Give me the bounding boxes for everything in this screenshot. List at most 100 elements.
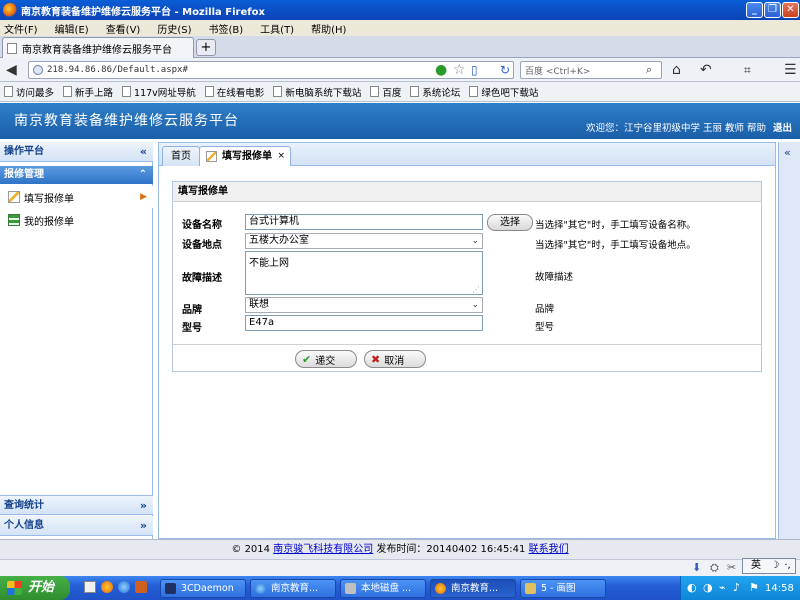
menu-bookmarks[interactable]: 书签(B): [209, 21, 244, 36]
submit-button[interactable]: ✔ 递交: [295, 350, 357, 368]
tools-icon[interactable]: ✂: [727, 561, 736, 574]
addon-icon[interactable]: ⛭: [710, 561, 719, 575]
bookmark-item[interactable]: 117v网址导航: [122, 85, 196, 99]
bookmark-item[interactable]: 系统论坛: [410, 85, 460, 99]
app-title: 南京教育装备维护维修云服务平台: [14, 113, 239, 129]
model-label: 型号: [182, 323, 202, 334]
app-quicklaunch-icon[interactable]: [135, 581, 147, 593]
company-link[interactable]: 南京骏飞科技有限公司: [273, 544, 373, 555]
taskbar-item-paint[interactable]: 5 - 画图: [520, 579, 606, 598]
collapse-left-icon[interactable]: «: [140, 142, 147, 162]
fault-description-textarea[interactable]: 不能上网 ⋰: [245, 251, 483, 295]
sidebar-item-fill-repair[interactable]: 填写报修单 ▶: [0, 186, 153, 208]
window-titlebar[interactable]: 南京教育装备维护维修云服务平台 - Mozilla Firefox: [0, 0, 800, 20]
close-tab-icon[interactable]: ×: [277, 147, 285, 166]
select-button[interactable]: 选择: [487, 214, 533, 231]
maximize-button[interactable]: ❐: [764, 2, 781, 18]
menu-history[interactable]: 历史(S): [157, 21, 191, 36]
new-tab-button[interactable]: +: [196, 39, 216, 56]
brand-select[interactable]: 联想 ⌄: [245, 297, 483, 313]
firefox-icon: [3, 3, 17, 17]
bookmark-item[interactable]: 绿色吧下载站: [469, 85, 538, 99]
taskbar-item-nanjing-2[interactable]: 南京教育...: [430, 579, 516, 598]
firefox-quicklaunch-icon[interactable]: [101, 581, 113, 593]
network-icon[interactable]: ⌁: [719, 581, 726, 594]
search-input[interactable]: 百度 <Ctrl+K>: [520, 61, 662, 79]
star-icon[interactable]: ☆: [453, 61, 466, 79]
logout-link[interactable]: 退出: [773, 120, 792, 134]
location-hint: 当选择"其它"时，手工填写设备地点。: [535, 240, 696, 251]
cancel-button[interactable]: ✖ 取消: [364, 350, 426, 368]
model-input[interactable]: E47a: [245, 315, 483, 331]
bookmark-item[interactable]: 百度: [370, 85, 401, 99]
right-collapsed-panel[interactable]: «: [778, 142, 800, 539]
search-icon[interactable]: ⌕: [646, 61, 652, 79]
globe-icon: [33, 65, 43, 75]
browser-status-bar: ⬇ ⛭ ✂: [0, 559, 800, 576]
sidebar-group-repair-management[interactable]: 报修管理 ⌃: [0, 166, 153, 184]
tray-icon[interactable]: ◑: [703, 581, 713, 594]
contact-link[interactable]: 联系我们: [529, 544, 569, 555]
menu-edit[interactable]: 编辑(E): [55, 21, 89, 36]
bookmark-item[interactable]: 访问最多: [4, 85, 54, 99]
sidebar-item-my-repairs[interactable]: 我的报修单: [0, 209, 153, 231]
crop-icon[interactable]: ⌗: [744, 61, 751, 79]
location-label: 设备地点: [182, 240, 222, 251]
menu-icon[interactable]: ☰: [784, 61, 797, 79]
bookmark-item[interactable]: 新手上路: [63, 85, 113, 99]
chevron-down-icon: ⌄: [471, 236, 479, 246]
tray-icon[interactable]: ◐: [687, 581, 697, 594]
bookmark-item[interactable]: 在线看电影: [204, 85, 264, 99]
undo-icon[interactable]: ↶: [700, 61, 712, 79]
close-button[interactable]: ✕: [782, 2, 799, 18]
bookmark-page-icon: [469, 86, 479, 97]
volume-icon[interactable]: ♪: [733, 581, 740, 594]
tab-home[interactable]: 首页: [162, 146, 200, 166]
download-icon[interactable]: ⬇: [692, 561, 701, 574]
bookmark-page-icon: [370, 86, 380, 97]
welcome-text[interactable]: 欢迎您：江宁谷里初级中学 王丽 教师 帮助: [586, 120, 766, 134]
home-icon[interactable]: ⌂: [672, 61, 681, 79]
start-button[interactable]: 开始: [0, 576, 70, 600]
device-name-input[interactable]: 台式计算机: [245, 214, 483, 230]
menu-view[interactable]: 查看(V): [106, 21, 141, 36]
go-icon[interactable]: ●: [435, 61, 447, 79]
taskbar-item-nanjing-1[interactable]: 南京教育...: [250, 579, 336, 598]
expand-down-icon: »: [139, 519, 147, 532]
3cdaemon-icon: [165, 583, 176, 594]
tab-fill-repair[interactable]: 填写报修单 ×: [199, 146, 291, 166]
ie-quicklaunch-icon[interactable]: [118, 581, 130, 593]
security-icon[interactable]: ⚑: [749, 581, 759, 594]
sidebar-section-query-stats[interactable]: 查询统计 »: [0, 495, 153, 515]
fault-description-label: 故障描述: [182, 273, 222, 284]
show-desktop-icon[interactable]: [84, 581, 96, 593]
paint-icon: [525, 583, 536, 594]
model-hint: 型号: [535, 322, 555, 333]
collapse-up-icon: ⌃: [138, 169, 147, 180]
menu-file[interactable]: 文件(F): [4, 21, 38, 36]
bookmark-page-icon: [204, 86, 214, 97]
taskbar-item-3cdaemon[interactable]: 3CDaemon: [160, 579, 246, 598]
page-icon: [7, 42, 17, 54]
firefox-icon: [435, 583, 446, 594]
clock[interactable]: 14:58: [765, 583, 794, 594]
resize-grip-icon[interactable]: ⋰: [472, 285, 480, 294]
minimize-button[interactable]: _: [746, 2, 763, 18]
sidebar-section-personal-info[interactable]: 个人信息 »: [0, 516, 153, 536]
form-title: 填写报修单: [173, 182, 761, 202]
back-arrow-icon[interactable]: ◀: [6, 61, 17, 79]
table-icon: [8, 214, 20, 226]
bookmark-page-icon: [273, 86, 283, 97]
taskbar-item-local-disk[interactable]: 本地磁盘 ...: [340, 579, 426, 598]
location-select[interactable]: 五楼大办公室 ⌄: [245, 233, 483, 249]
device-icon[interactable]: ▯: [471, 61, 478, 79]
disk-icon: [345, 583, 356, 594]
expand-right-icon[interactable]: «: [784, 146, 791, 159]
menu-help[interactable]: 帮助(H): [311, 21, 346, 36]
menu-tools[interactable]: 工具(T): [260, 21, 294, 36]
ime-indicator[interactable]: 英 ☽ ·,: [742, 558, 796, 574]
bookmark-item[interactable]: 新电脑系统下载站: [273, 85, 361, 99]
browser-tab[interactable]: 南京教育装备维护维修云服务平台: [2, 37, 194, 58]
reload-icon[interactable]: ↻: [500, 61, 510, 79]
page-footer: © 2014 南京骏飞科技有限公司 发布时间：20140402 16:45:41…: [0, 539, 800, 559]
